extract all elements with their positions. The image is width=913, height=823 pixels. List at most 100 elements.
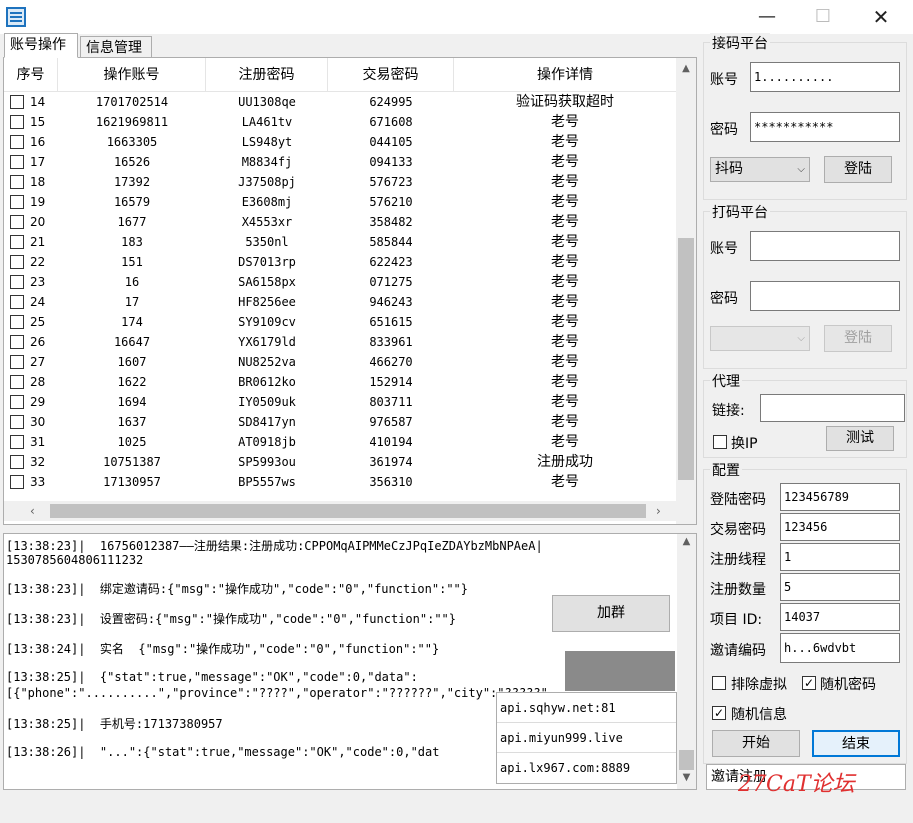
table-row[interactable]: 18 17392 J37508pj 576723 老号 [4,172,676,192]
maximize-button[interactable]: ☐ [800,0,846,34]
proxy-link-input[interactable] [760,394,905,422]
row-checkbox[interactable] [10,295,24,309]
register-threads-input[interactable]: 1 [780,543,900,571]
tab-account-ops[interactable]: 账号操作 [4,33,78,58]
proxy-test-button[interactable]: 测试 [826,426,894,451]
random-password-checkbox[interactable]: ✓ [802,676,816,690]
scroll-up-icon[interactable]: ▲ [677,536,696,547]
row-checkbox[interactable] [10,415,24,429]
api-item[interactable]: api.miyun999.live [497,723,676,753]
scroll-left-icon[interactable]: ‹ [30,501,44,521]
table-row[interactable]: 20 1677 X4553xr 358482 老号 [4,212,676,232]
api-item[interactable]: api.sqhyw.net:81 [497,693,676,723]
row-checkbox[interactable] [10,215,24,229]
exclude-virtual-checkbox[interactable] [712,676,726,690]
row-checkbox[interactable] [10,455,24,469]
table-row[interactable]: 21 183 5350nl 585844 老号 [4,232,676,252]
row-checkbox[interactable] [10,275,24,289]
scroll-thumb[interactable] [678,238,694,480]
scroll-thumb[interactable] [679,750,694,770]
table-row[interactable]: 30 1637 SD8417yn 976587 老号 [4,412,676,432]
project-id-input[interactable]: 14037 [780,603,900,631]
stop-button[interactable]: 结束 [812,730,900,757]
row-checkbox[interactable] [10,235,24,249]
receive-platform-select[interactable]: 抖码 ⌵ [710,157,810,182]
grid-vertical-scrollbar[interactable]: ▲ [676,58,696,524]
table-row[interactable]: 26 16647 YX6179ld 833961 老号 [4,332,676,352]
login-password-input[interactable]: 123456789 [780,483,900,511]
table-row[interactable]: 16 1663305 LS948yt 044105 老号 [4,132,676,152]
receive-login-button[interactable]: 登陆 [824,156,892,183]
row-checkbox[interactable] [10,315,24,329]
row-checkbox[interactable] [10,475,24,489]
row-checkbox[interactable] [10,435,24,449]
tab-info-management[interactable]: 信息管理 [80,36,152,58]
captcha-platform-select[interactable]: ⌵ [710,326,810,351]
join-group-button[interactable]: 加群 [552,595,670,632]
table-row[interactable]: 23 16 SA6158px 071275 老号 [4,272,676,292]
row-checkbox[interactable] [10,395,24,409]
captcha-account-input[interactable] [750,231,900,261]
trade-password-input[interactable]: 123456 [780,513,900,541]
row-trade-password: 624995 [369,95,413,109]
table-row[interactable]: 32 10751387 SP5993ou 361974 注册成功 [4,452,676,472]
header-no[interactable]: 序号 [4,58,58,92]
scroll-up-icon[interactable]: ▲ [676,60,696,77]
grid-horizontal-scrollbar[interactable]: ‹ › [4,501,676,521]
close-button[interactable]: ✕ [858,0,904,34]
row-checkbox[interactable] [10,195,24,209]
table-row[interactable]: 15 1621969811 LA461tv 671608 老号 [4,112,676,132]
scroll-right-icon[interactable]: › [656,501,670,521]
random-info-checkbox[interactable]: ✓ [712,706,726,720]
minimize-button[interactable]: — [744,0,790,34]
table-row[interactable]: 19 16579 E3608mj 576210 老号 [4,192,676,212]
header-trade-password[interactable]: 交易密码 [328,58,454,92]
start-button[interactable]: 开始 [712,730,800,757]
scroll-down-icon[interactable]: ▼ [677,772,696,783]
row-checkbox[interactable] [10,335,24,349]
table-row[interactable]: 25 174 SY9109cv 651615 老号 [4,312,676,332]
table-row[interactable]: 28 1622 BR0612ko 152914 老号 [4,372,676,392]
proxy-link-label: 链接: [712,403,745,419]
captcha-password-input[interactable] [750,281,900,311]
row-reg-password: BR0612ko [238,375,296,389]
header-reg-password[interactable]: 注册密码 [206,58,328,92]
table-row[interactable]: 33 17130957 BP5557ws 356310 老号 [4,472,676,492]
random-password-label: 随机密码 [820,677,876,693]
table-row[interactable]: 14 1701702514 UU1308qe 624995 验证码获取超时 [4,92,676,112]
row-checkbox[interactable] [10,115,24,129]
log-vertical-scrollbar[interactable]: ▲ ▼ [677,534,696,789]
chevron-down-icon: ⌵ [797,164,805,175]
row-checkbox[interactable] [10,355,24,369]
table-row[interactable]: 22 151 DS7013rp 622423 老号 [4,252,676,272]
row-checkbox[interactable] [10,155,24,169]
row-account: 1622 [117,375,147,389]
receive-password-input[interactable]: *********** [750,112,900,142]
captcha-login-button[interactable]: 登陆 [824,325,892,352]
api-item[interactable]: api.lx967.com:8889 [497,753,676,783]
row-checkbox[interactable] [10,255,24,269]
receive-account-input[interactable]: 1.......... [750,62,900,92]
chevron-down-icon: ⌵ [797,333,805,344]
row-checkbox[interactable] [10,175,24,189]
header-account[interactable]: 操作账号 [58,58,206,92]
row-trade-password: 976587 [369,415,413,429]
table-row[interactable]: 31 1025 AT0918jb 410194 老号 [4,432,676,452]
register-count-label: 注册数量 [710,582,766,598]
table-row[interactable]: 27 1607 NU8252va 466270 老号 [4,352,676,372]
register-count-input[interactable]: 5 [780,573,900,601]
table-row[interactable]: 29 1694 IY0509uk 803711 老号 [4,392,676,412]
table-row[interactable]: 17 16526 M8834fj 094133 老号 [4,152,676,172]
row-reg-password: YX6179ld [238,335,296,349]
header-detail[interactable]: 操作详情 [454,58,676,92]
row-detail: 老号 [551,234,579,250]
api-list[interactable]: api.sqhyw.net:81 api.miyun999.live api.l… [496,692,677,784]
row-checkbox[interactable] [10,375,24,389]
row-number: 32 [30,455,46,469]
switch-ip-checkbox[interactable] [713,435,727,449]
table-row[interactable]: 24 17 HF8256ee 946243 老号 [4,292,676,312]
row-checkbox[interactable] [10,95,24,109]
invite-code-input[interactable]: h...6wdvbt [780,633,900,663]
scroll-thumb[interactable] [50,504,646,518]
row-checkbox[interactable] [10,135,24,149]
